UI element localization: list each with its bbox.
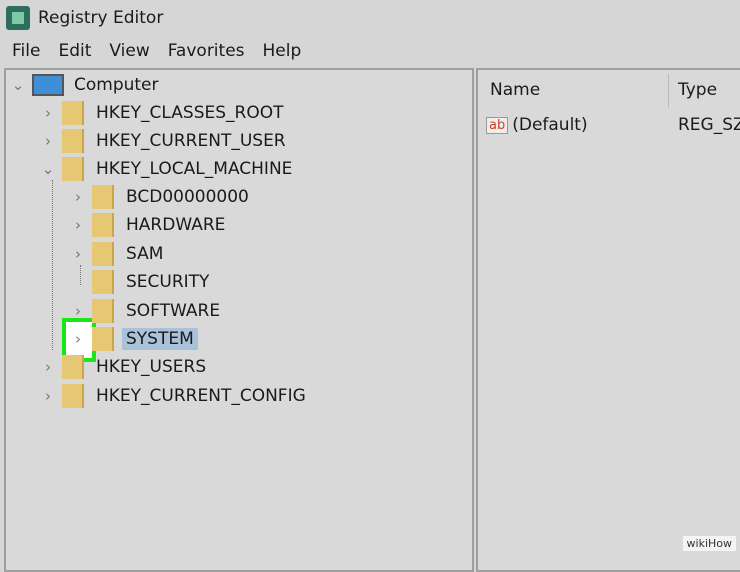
computer-icon <box>32 74 64 96</box>
tree-item-sam[interactable]: › SAM <box>70 241 167 267</box>
menu-view[interactable]: View <box>97 37 155 65</box>
chevron-right-icon[interactable]: › <box>70 330 86 348</box>
chevron-right-icon[interactable]: › <box>70 216 86 234</box>
tree-item-system[interactable]: › SYSTEM <box>70 326 198 352</box>
chevron-right-icon[interactable]: › <box>70 188 86 206</box>
folder-icon <box>62 384 84 408</box>
chevron-down-icon[interactable]: ⌄ <box>10 76 26 94</box>
tree-item-hklm[interactable]: ⌄ HKEY_LOCAL_MACHINE <box>40 156 296 182</box>
folder-icon <box>62 101 84 125</box>
tree-item-software[interactable]: › SOFTWARE <box>70 298 224 324</box>
folder-icon <box>92 327 114 351</box>
chevron-right-icon[interactable]: › <box>40 104 56 122</box>
chevron-right-icon[interactable]: › <box>40 132 56 150</box>
tree-item-hkcr[interactable]: › HKEY_CLASSES_ROOT <box>40 100 288 126</box>
tree-item-computer[interactable]: ⌄ Computer <box>10 72 163 98</box>
menu-edit[interactable]: Edit <box>46 37 97 65</box>
tree-item-security[interactable]: SECURITY <box>70 269 213 295</box>
chevron-right-icon[interactable]: › <box>40 358 56 376</box>
tree-item-bcd[interactable]: › BCD00000000 <box>70 184 253 210</box>
tree-item-hardware[interactable]: › HARDWARE <box>70 212 229 238</box>
watermark: wikiHow <box>682 536 736 551</box>
chevron-right-icon[interactable]: › <box>40 387 56 405</box>
folder-icon <box>92 299 114 323</box>
folder-icon <box>62 129 84 153</box>
folder-icon <box>92 213 114 237</box>
menu-bar: File Edit View Favorites Help <box>0 37 307 65</box>
folder-icon <box>92 270 114 294</box>
values-pane: Name Type ab (Default) REG_SZ <box>476 68 740 572</box>
folder-icon <box>92 185 114 209</box>
ab-string-icon: ab <box>486 116 509 134</box>
tree-item-hkcu[interactable]: › HKEY_CURRENT_USER <box>40 128 290 154</box>
chevron-down-icon[interactable]: ⌄ <box>40 160 56 178</box>
column-header-name[interactable]: Name <box>490 80 540 100</box>
folder-icon <box>92 242 114 266</box>
registry-editor-icon <box>6 6 30 30</box>
title-bar: Registry Editor <box>0 0 740 36</box>
value-row[interactable]: ab (Default) REG_SZ <box>486 112 740 138</box>
folder-icon <box>62 355 84 379</box>
chevron-right-icon[interactable]: › <box>70 302 86 320</box>
chevron-right-icon[interactable]: › <box>70 245 86 263</box>
menu-help[interactable]: Help <box>251 37 308 65</box>
column-divider[interactable] <box>668 74 669 108</box>
tree-item-hku[interactable]: › HKEY_USERS <box>40 354 210 380</box>
folder-icon <box>62 157 84 181</box>
column-header-type[interactable]: Type <box>678 80 717 100</box>
menu-file[interactable]: File <box>0 37 46 65</box>
window-title: Registry Editor <box>38 8 164 28</box>
menu-favorites[interactable]: Favorites <box>156 37 251 65</box>
tree-item-hkcc[interactable]: › HKEY_CURRENT_CONFIG <box>40 383 310 409</box>
tree-line <box>52 180 53 350</box>
